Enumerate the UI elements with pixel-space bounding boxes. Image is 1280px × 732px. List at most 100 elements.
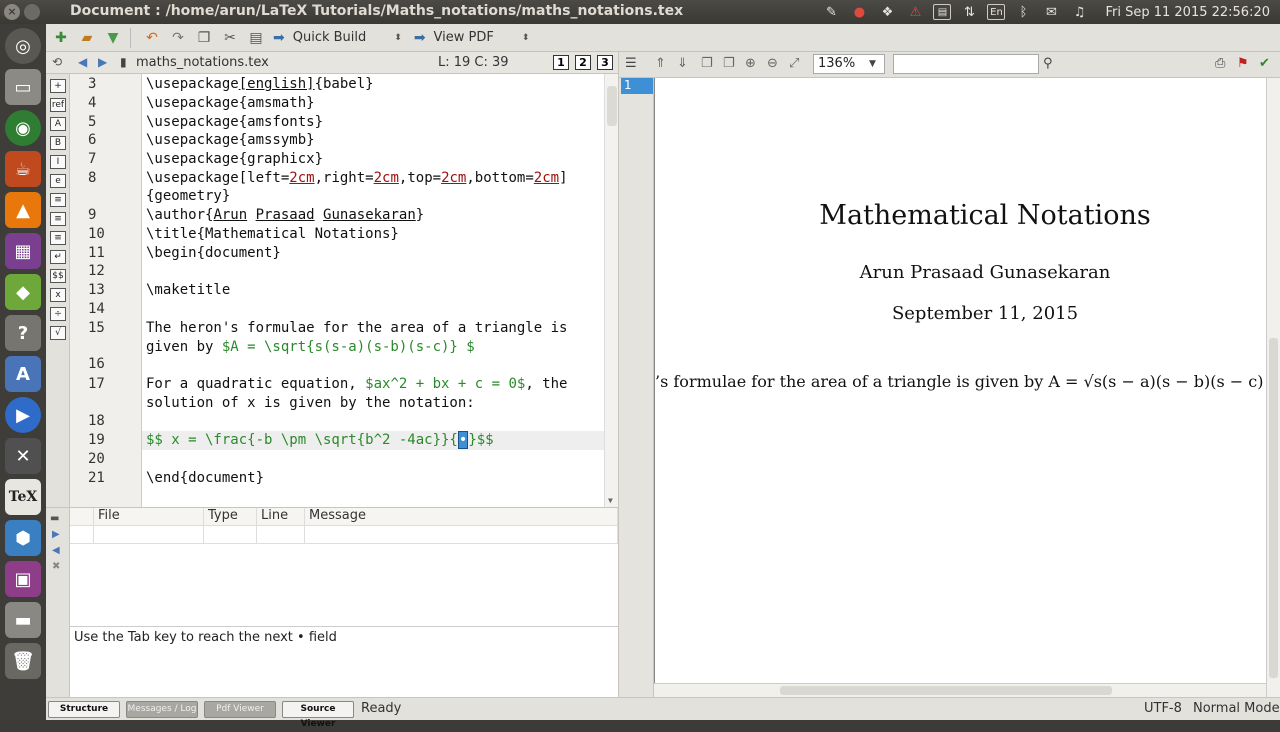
ref-icon[interactable]: ref — [50, 98, 66, 112]
font-icon[interactable]: A — [5, 356, 41, 392]
clipboard-icon[interactable]: ▤ — [933, 4, 952, 20]
fit-icon[interactable]: ⤢ — [789, 56, 799, 71]
trash-icon[interactable]: 🗑 — [5, 643, 41, 679]
align-left-icon[interactable]: ≡ — [50, 193, 66, 207]
sqrt-icon[interactable]: √ — [50, 326, 66, 340]
previous-document-icon[interactable]: ◀ — [78, 55, 87, 69]
edit-icon[interactable]: ✎ — [821, 3, 841, 21]
bold-icon[interactable]: B — [50, 136, 66, 150]
check-icon[interactable]: ✔ — [1259, 56, 1270, 71]
external-viewer-icon[interactable]: ⚑ — [1237, 56, 1249, 71]
zoom-out-icon[interactable]: ⊖ — [767, 56, 778, 71]
help-icon[interactable]: ? — [5, 315, 41, 351]
window-minimize-button[interactable] — [24, 4, 40, 20]
dash-icon[interactable]: ◎ — [5, 28, 41, 64]
keyboard-layout[interactable]: En — [987, 4, 1006, 20]
view-pdf-combo[interactable]: ➡ View PDF ⬍ — [408, 27, 536, 49]
clock[interactable]: Fri Sep 11 2015 22:56:20 — [1105, 5, 1270, 20]
open-file-icon[interactable]: ▰ — [76, 28, 98, 48]
drive-icon[interactable]: ▬ — [5, 602, 41, 638]
view-2-button[interactable]: 2 — [575, 55, 591, 70]
warning-icon[interactable]: ⚠ — [905, 3, 925, 21]
bluetooth-icon[interactable]: ᛒ — [1013, 3, 1033, 21]
redo-icon[interactable]: ↷ — [167, 28, 189, 48]
emph-icon[interactable]: e — [50, 174, 66, 188]
next-page-icon[interactable]: ⇓ — [677, 56, 688, 71]
window-close-button[interactable]: × — [4, 4, 20, 20]
media-icon[interactable]: ▶ — [5, 397, 41, 433]
frac-icon[interactable]: ÷ — [50, 307, 66, 321]
pdf-vertical-scrollbar[interactable] — [1266, 78, 1280, 697]
undo-icon[interactable]: ↶ — [141, 28, 163, 48]
structure-button[interactable]: Structure — [48, 701, 120, 718]
mail-icon[interactable]: ✉ — [1041, 3, 1061, 21]
network-icon[interactable]: ⇅ — [959, 3, 979, 21]
scrollbar-thumb[interactable] — [607, 86, 617, 126]
encoding-label[interactable]: UTF-8 — [1144, 701, 1182, 716]
column-header-line[interactable]: Line — [257, 508, 305, 526]
scrollbar-thumb[interactable] — [1269, 338, 1278, 678]
scrollbar-thumb[interactable] — [780, 686, 1112, 695]
placeholder-field[interactable]: • — [457, 431, 469, 449]
x-icon[interactable]: ✕ — [5, 438, 41, 474]
font-size-icon[interactable]: A — [50, 117, 66, 131]
chrome-icon[interactable]: ◉ — [5, 110, 41, 146]
editor-scrollbar[interactable]: ▼ — [604, 74, 618, 507]
print-icon[interactable]: ⎙ — [1215, 56, 1225, 71]
math-icon[interactable]: $$ — [50, 269, 66, 283]
last-page-icon[interactable]: ❐ — [723, 56, 735, 71]
cut-icon[interactable]: ✂ — [219, 28, 241, 48]
pdf-viewer-button[interactable]: Pdf Viewer — [204, 701, 276, 718]
pdf-horizontal-scrollbar[interactable] — [654, 683, 1266, 697]
chevron-down-icon[interactable]: ▼ — [869, 59, 876, 69]
column-header-file[interactable]: File — [94, 508, 204, 526]
view-3-button[interactable]: 3 — [597, 55, 613, 70]
file-tab[interactable]: maths_notations.tex — [136, 55, 269, 70]
files-icon[interactable]: ▭ — [5, 69, 41, 105]
video-icon[interactable]: ▦ — [5, 233, 41, 269]
view-1-button[interactable]: 1 — [553, 55, 569, 70]
paste-icon[interactable]: ▤ — [245, 28, 267, 48]
index-icon[interactable]: x — [50, 288, 66, 302]
scroll-down-icon[interactable]: ▼ — [608, 496, 613, 505]
log-icon[interactable]: ▬ — [50, 513, 65, 524]
previous-error-icon[interactable]: ◀ — [52, 545, 63, 556]
align-center-icon[interactable]: ≡ — [50, 212, 66, 226]
copy-icon[interactable]: ❐ — [193, 28, 215, 48]
column-header-message[interactable]: Message — [305, 508, 618, 526]
tex-icon[interactable]: TeX — [5, 479, 41, 515]
zoom-in-icon[interactable]: ⊕ — [745, 56, 756, 71]
stop-icon[interactable]: ✖ — [52, 561, 63, 572]
structure-toggle-icon[interactable]: ⟲ — [52, 55, 62, 69]
previous-page-icon[interactable]: ⇑ — [655, 56, 666, 71]
messages-log-button[interactable]: Messages / Log — [126, 701, 198, 718]
save-icon[interactable]: ▼ — [102, 28, 124, 48]
pdf-search-input[interactable] — [893, 54, 1039, 74]
structure-icon[interactable]: ☰ — [625, 56, 637, 71]
source-viewer-button[interactable]: Source Viewer — [282, 701, 354, 729]
first-page-icon[interactable]: ❐ — [701, 56, 713, 71]
vlc-icon[interactable]: ▲ — [5, 192, 41, 228]
align-right-icon[interactable]: ≡ — [50, 231, 66, 245]
cube-icon[interactable]: ◆ — [5, 274, 41, 310]
dropbox-icon[interactable]: ❖ — [877, 3, 897, 21]
quick-build-combo[interactable]: ➡ Quick Build ⬍ — [267, 27, 408, 49]
virtualbox-icon[interactable]: ⬢ — [5, 520, 41, 556]
next-document-icon[interactable]: ▶ — [98, 55, 107, 69]
italic-icon[interactable]: I — [50, 155, 66, 169]
line-number: 8 — [88, 170, 97, 186]
teapot-icon[interactable]: ☕ — [5, 151, 41, 187]
search-icon[interactable]: ⚲ — [1043, 56, 1053, 71]
workspace-icon[interactable]: ▣ — [5, 561, 41, 597]
code-editor[interactable]: 3 4 5 6 7 8 9 10 11 12 13 14 15 16 17 18… — [70, 74, 618, 507]
column-header-type[interactable]: Type — [204, 508, 257, 526]
label-icon[interactable]: + — [50, 79, 66, 93]
page-item[interactable]: 1 — [621, 78, 653, 94]
next-error-icon[interactable]: ▶ — [52, 529, 63, 540]
pdf-view[interactable]: Mathematical Notations Arun Prasaad Guna… — [654, 78, 1266, 683]
newline-icon[interactable]: ↵ — [50, 250, 66, 264]
new-file-icon[interactable]: ✚ — [50, 28, 72, 48]
record-icon[interactable]: ● — [849, 3, 869, 21]
text: , the — [525, 376, 568, 392]
volume-icon[interactable]: ♫ — [1069, 3, 1089, 21]
